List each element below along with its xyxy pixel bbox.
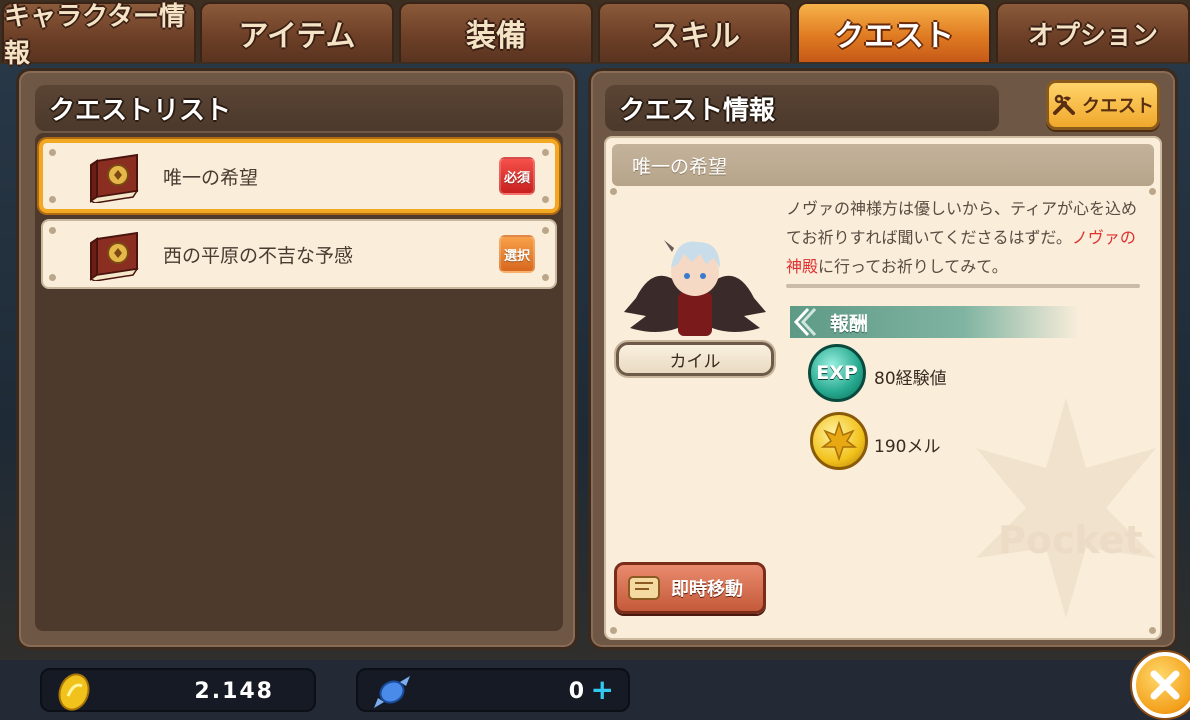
quest-detail: 唯一の希望 Pocket カイル ノヴァの神様方は優しいから、ティアが心を込めて… xyxy=(604,136,1162,640)
quest-detail-title: 唯一の希望 xyxy=(612,144,1154,186)
optional-badge: 選択 xyxy=(499,235,535,273)
corner-dot xyxy=(542,196,549,203)
required-badge: 必須 xyxy=(499,157,535,195)
meso-coin-icon xyxy=(810,412,868,470)
gold-coin-icon xyxy=(58,673,90,711)
maple-leaf-icon xyxy=(820,420,858,462)
quest-name: 西の平原の不吉な予感 xyxy=(163,244,354,267)
quest-description: ノヴァの神様方は優しいから、ティアが心を込めてお祈りすれば聞いてくださるはずだ。… xyxy=(786,194,1146,281)
reward-header-label: 報酬 xyxy=(830,312,869,335)
corner-dot xyxy=(542,149,549,156)
npc-name-plate: カイル xyxy=(616,342,774,376)
quest-list-panel: クエストリスト 唯一の希望 必須 西の平原の不吉な予感 選択 xyxy=(16,68,578,650)
watermark-text: Pocket xyxy=(998,518,1143,562)
instant-move-button[interactable]: 即時移動 xyxy=(614,562,766,614)
close-icon xyxy=(1150,670,1180,700)
candy-value: 0 xyxy=(568,679,586,704)
close-button[interactable] xyxy=(1132,652,1190,718)
quest-list-title: クエストリスト xyxy=(35,85,563,131)
tab-quests[interactable]: クエスト xyxy=(797,2,991,62)
quest-list-item-0[interactable]: 唯一の希望 必須 xyxy=(39,139,559,213)
quest-button-label: クエスト xyxy=(1082,96,1154,117)
corner-dot xyxy=(1149,188,1156,195)
add-candy-icon[interactable]: + xyxy=(591,676,614,704)
gold-counter: 2.148 xyxy=(40,668,316,712)
scroll-icon xyxy=(628,576,660,600)
reward-header: 報酬 xyxy=(790,306,1080,338)
quest-name: 唯一の希望 xyxy=(163,166,259,189)
npc-kyle-sprite xyxy=(624,240,766,336)
description-text-end: に行ってお祈りしてみて。 xyxy=(818,257,1008,276)
exp-reward-text: 80経験値 xyxy=(874,369,947,389)
chevron-left-icon xyxy=(793,307,816,337)
corner-dot xyxy=(542,227,549,234)
corner-dot xyxy=(610,627,617,634)
tab-skills[interactable]: スキル xyxy=(598,2,792,62)
gold-value: 2.148 xyxy=(194,679,274,704)
corner-dot xyxy=(1149,627,1156,634)
leaf-watermark-icon xyxy=(976,398,1156,618)
divider xyxy=(786,284,1140,288)
corner-dot xyxy=(49,196,56,203)
exp-icon-label: EXP xyxy=(816,362,858,384)
corner-dot xyxy=(542,274,549,281)
quest-book-icon xyxy=(89,153,139,203)
corner-dot xyxy=(49,227,56,234)
tools-icon xyxy=(1053,94,1075,115)
corner-dot xyxy=(610,188,617,195)
quest-book-icon xyxy=(89,231,139,281)
meso-reward-text: 190メル xyxy=(874,437,941,457)
corner-dot xyxy=(49,149,56,156)
exp-icon: EXP xyxy=(808,344,866,402)
quest-list[interactable]: 唯一の希望 必須 西の平原の不吉な予感 選択 xyxy=(35,133,563,631)
corner-dot xyxy=(49,274,56,281)
quest-info-title: クエスト情報 xyxy=(605,85,999,131)
tab-character-info[interactable]: キャラクター情報 xyxy=(2,2,196,69)
quest-list-item-1[interactable]: 西の平原の不吉な予感 選択 xyxy=(41,219,557,289)
bottom-status-bar: 2.148 0 + xyxy=(0,660,1190,720)
tab-bar: キャラクター情報 アイテム 装備 スキル クエスト オプション xyxy=(0,0,1190,69)
candy-counter: 0 + xyxy=(356,668,630,712)
tab-equipment[interactable]: 装備 xyxy=(399,2,593,62)
quest-button[interactable]: クエスト xyxy=(1046,80,1160,130)
tab-options[interactable]: オプション xyxy=(996,2,1190,62)
instant-move-label: 即時移動 xyxy=(671,579,743,600)
tab-items[interactable]: アイテム xyxy=(200,2,394,62)
candy-icon xyxy=(374,676,410,708)
